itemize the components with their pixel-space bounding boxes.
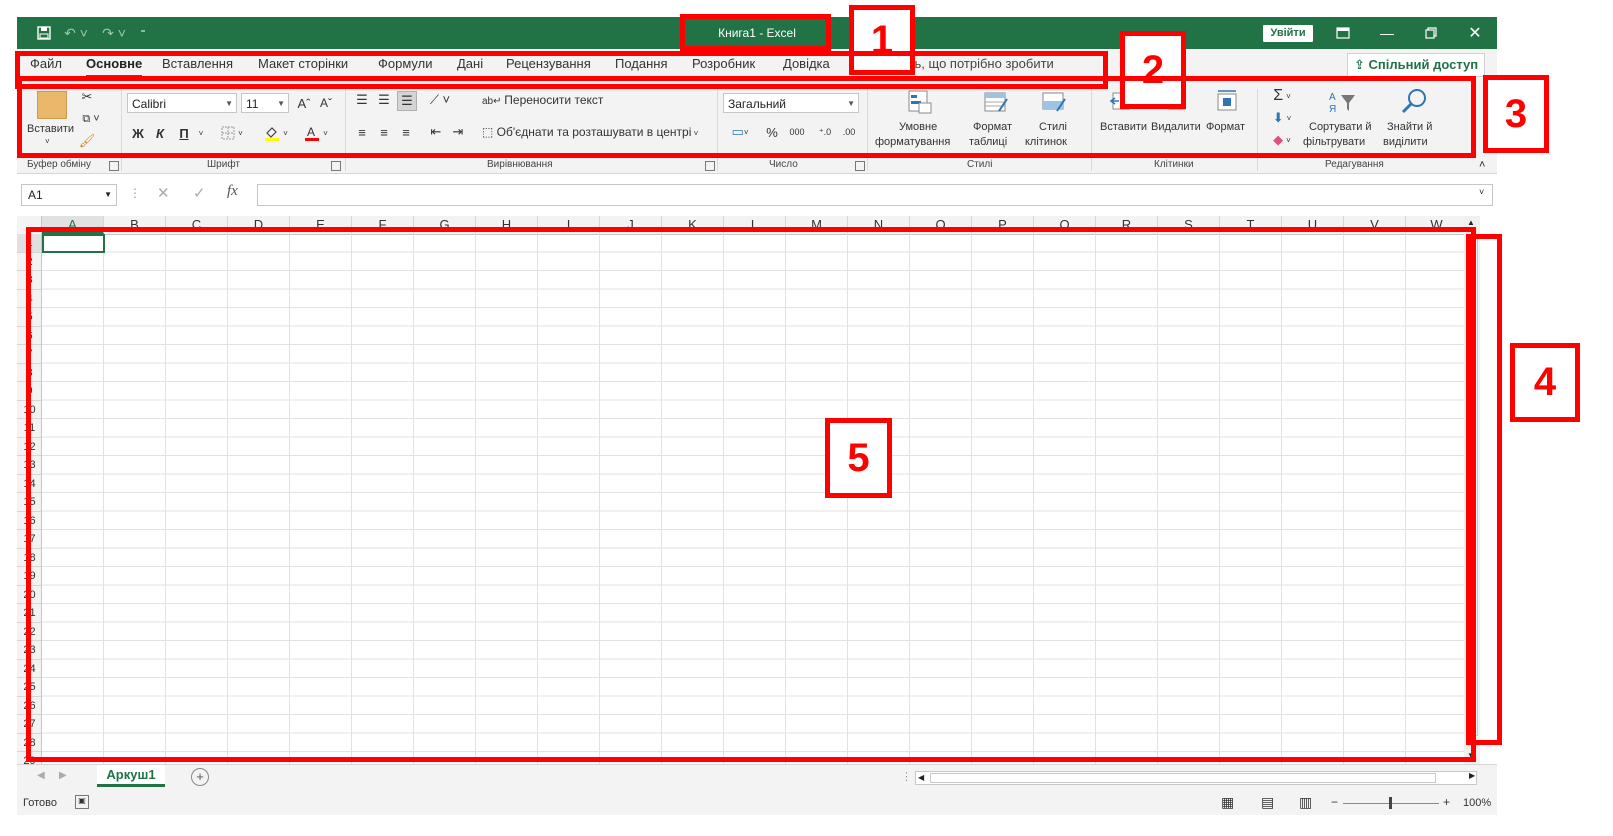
font-launcher-icon[interactable] (331, 161, 341, 171)
number-group-label: Число (769, 159, 798, 170)
share-label: Спільний доступ (1368, 57, 1479, 72)
next-sheet-icon[interactable]: ▶ (59, 770, 67, 781)
close-icon[interactable]: ✕ (1453, 17, 1497, 49)
cells-group-label: Клітинки (1154, 159, 1194, 170)
zoom-out-icon[interactable]: − (1331, 795, 1338, 809)
page-layout-view-icon[interactable]: ▤ (1261, 794, 1274, 811)
annotation-label-3: 3 (1483, 75, 1549, 153)
annotation-label-5: 5 (825, 418, 892, 498)
formula-input[interactable] (257, 184, 1493, 206)
ribbon-display-icon[interactable] (1321, 17, 1365, 49)
clipboard-group-label: Буфер обміну (27, 159, 92, 170)
insert-function-icon[interactable]: fx (227, 183, 238, 200)
formula-bar: A1 ▼ ⋮ ✕ ✓ fx ˅ (17, 174, 1497, 216)
annotation-frame-5 (26, 227, 1476, 762)
cancel-formula-icon[interactable]: ✕ (157, 184, 170, 202)
scroll-left-icon[interactable]: ◀ (918, 773, 924, 782)
collapse-ribbon-icon[interactable]: ˄ (1479, 159, 1485, 171)
page-break-view-icon[interactable]: ▥ (1299, 794, 1312, 811)
zoom-slider-thumb[interactable] (1389, 797, 1392, 809)
font-group-label: Шрифт (207, 159, 240, 170)
sheet-tab-bar: ◀ ▶ Аркуш1 + ⋮ ◀ ▶ (17, 764, 1497, 791)
prev-sheet-icon[interactable]: ◀ (37, 770, 45, 781)
normal-view-icon[interactable]: ▦ (1221, 794, 1234, 811)
name-box[interactable]: A1 ▼ (21, 184, 117, 206)
scroll-up-icon[interactable]: ▲ (1467, 218, 1475, 227)
annotation-frame-3 (17, 76, 1476, 158)
status-bar: Готово ▣ ▦ ▤ ▥ − + 100% (17, 791, 1497, 815)
formula-bar-grip-icon: ⋮ (129, 186, 141, 200)
alignment-launcher-icon[interactable] (705, 161, 715, 171)
macro-record-icon[interactable]: ▣ (75, 795, 89, 809)
share-button[interactable]: ⇪ Спільний доступ (1347, 53, 1486, 77)
tab-split-grip-icon[interactable]: ⋮ (901, 770, 912, 783)
minimize-icon[interactable]: — (1365, 17, 1409, 49)
signin-button[interactable]: Увійти (1263, 25, 1313, 42)
share-icon: ⇪ (1354, 57, 1369, 72)
horizontal-scroll-thumb[interactable] (930, 773, 1436, 783)
zoom-in-icon[interactable]: + (1443, 795, 1450, 809)
annotation-label-4: 4 (1510, 343, 1580, 422)
horizontal-scrollbar[interactable]: ◀ (915, 771, 1477, 785)
annotation-frame-1 (680, 14, 831, 51)
number-launcher-icon[interactable] (855, 161, 865, 171)
sheet-tab-active[interactable]: Аркуш1 (97, 765, 165, 787)
status-ready: Готово (23, 797, 57, 809)
editing-group-label: Редагування (1325, 159, 1384, 170)
zoom-level[interactable]: 100% (1463, 797, 1491, 809)
enter-formula-icon[interactable]: ✓ (193, 184, 206, 202)
add-sheet-icon[interactable]: + (191, 768, 209, 786)
expand-formula-bar-icon[interactable]: ˅ (1479, 187, 1484, 197)
restore-icon[interactable] (1409, 17, 1453, 49)
clipboard-launcher-icon[interactable] (109, 161, 119, 171)
alignment-group-label: Вирівнювання (487, 159, 553, 170)
scroll-right-icon[interactable]: ▶ (1469, 771, 1475, 780)
styles-group-label: Стилі (967, 159, 993, 170)
